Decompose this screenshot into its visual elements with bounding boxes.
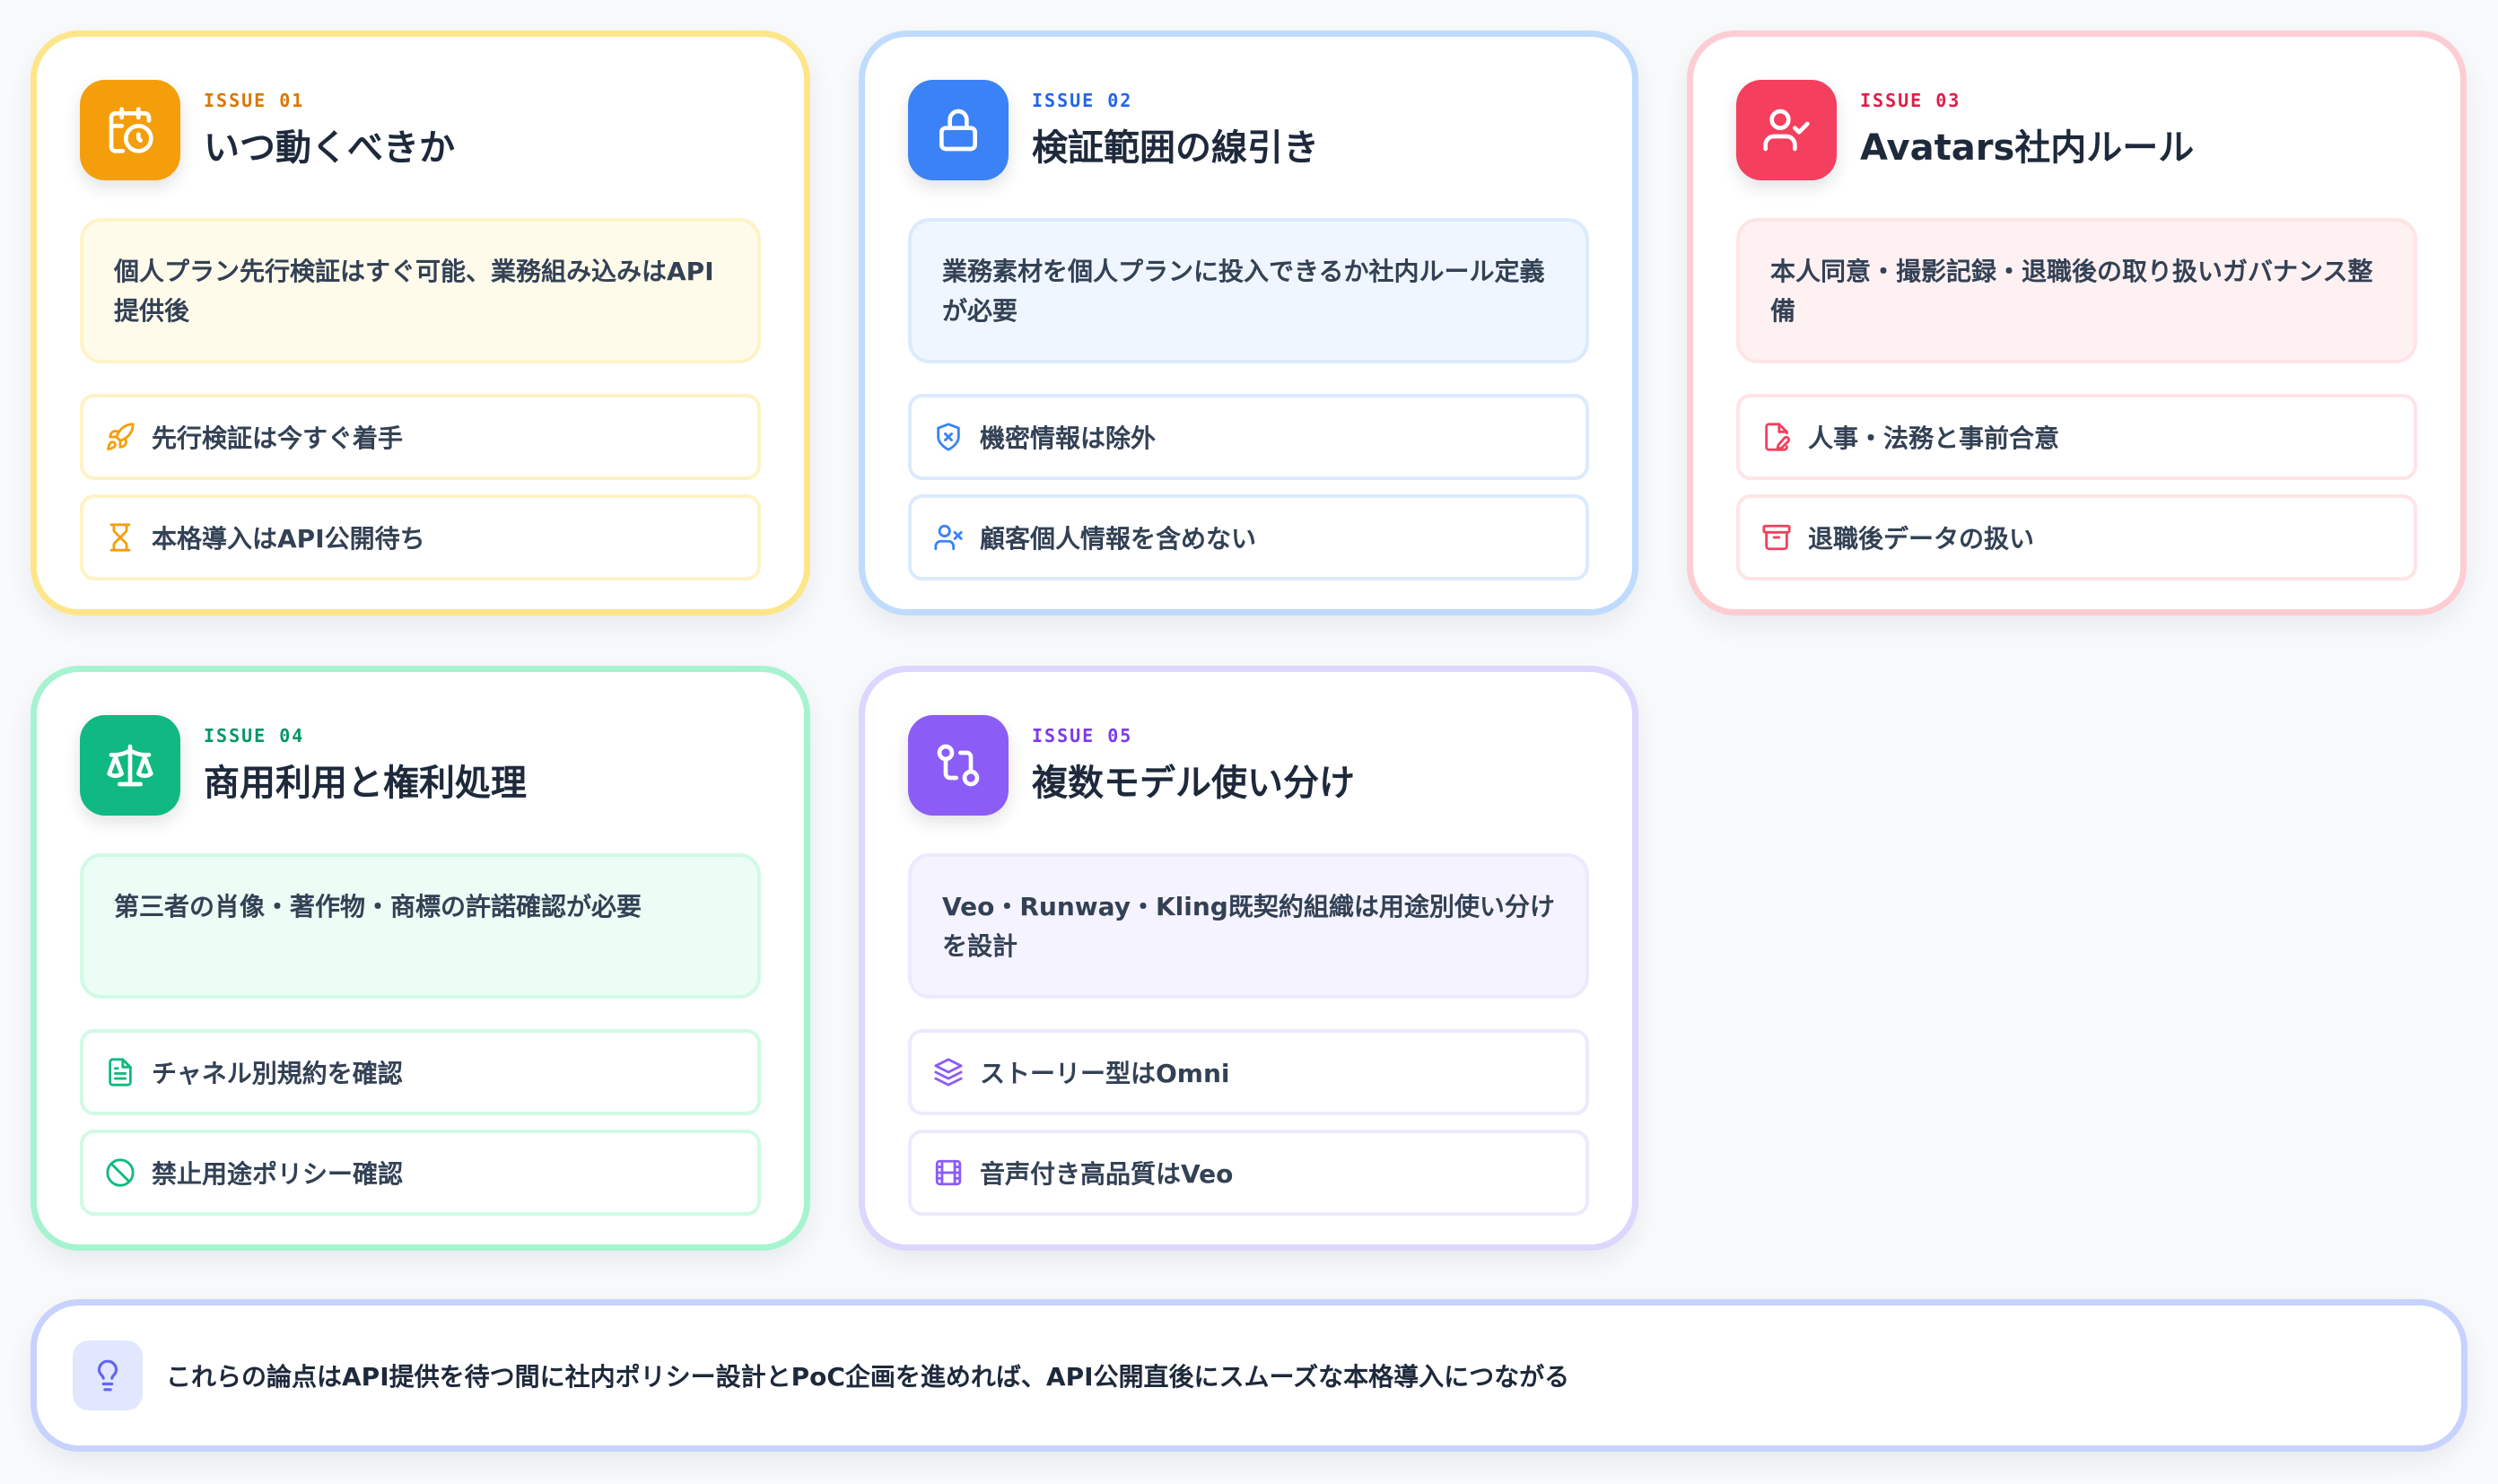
card-header: ISSUE 03 Avatars社内ルール: [1736, 80, 2417, 180]
issue-card-03: ISSUE 03 Avatars社内ルール 本人同意・撮影記録・退職後の取り扱い…: [1687, 31, 2467, 615]
list-item: ストーリー型はOmni: [908, 1029, 1589, 1115]
lock-icon: [908, 80, 1009, 180]
ban-icon: [106, 1158, 135, 1187]
user-x-icon: [934, 524, 963, 551]
point-label: 本格導入はAPI公開待ち: [152, 524, 425, 554]
file-signature-icon: [1765, 423, 1790, 451]
git-compare-icon: [908, 715, 1009, 816]
user-check-icon: [1736, 80, 1837, 180]
issue-card-01: ISSUE 01 いつ動くべきか 個人プラン先行検証はすぐ可能、業務組み込みはA…: [31, 31, 810, 615]
card-title: 商用利用と権利処理: [204, 763, 527, 804]
list-item: 先行検証は今すぐ着手: [80, 394, 761, 480]
film-icon: [935, 1159, 962, 1186]
hourglass-icon: [109, 523, 131, 552]
scale-icon: [80, 715, 180, 816]
point-label: 人事・法務と事前合意: [1808, 423, 2060, 453]
list-item: 退職後データの扱い: [1736, 494, 2417, 581]
card-summary: 第三者の肖像・著作物・商標の許諾確認が必要: [80, 853, 761, 999]
point-label: 禁止用途ポリシー確認: [152, 1159, 404, 1189]
card-summary: Veo・Runway・Kling既契約組織は用途別使い分けを設計: [908, 853, 1589, 999]
card-header: ISSUE 02 検証範囲の線引き: [908, 80, 1589, 180]
card-title: 検証範囲の線引き: [1032, 127, 1319, 169]
issue-tag: ISSUE 03: [1860, 90, 1961, 111]
issue-card-04: ISSUE 04 商用利用と権利処理 第三者の肖像・著作物・商標の許諾確認が必要…: [31, 666, 810, 1251]
issue-tag: ISSUE 02: [1032, 90, 1133, 111]
summary-footer: これらの論点はAPI提供を待つ間に社内ポリシー設計とPoC企画を進めれば、API…: [31, 1299, 2467, 1452]
list-item: 本格導入はAPI公開待ち: [80, 494, 761, 581]
point-label: チャネル別規約を確認: [152, 1059, 403, 1088]
card-header: ISSUE 01 いつ動くべきか: [80, 80, 761, 180]
point-label: 退職後データの扱い: [1808, 524, 2035, 554]
rocket-icon: [107, 423, 135, 450]
card-title: Avatars社内ルール: [1860, 127, 2195, 169]
issue-tag: ISSUE 04: [204, 725, 305, 746]
point-label: 顧客個人情報を含めない: [980, 524, 1257, 554]
issue-card-05: ISSUE 05 複数モデル使い分け Veo・Runway・Kling既契約組織…: [859, 666, 1638, 1251]
issue-tag: ISSUE 05: [1032, 725, 1133, 746]
list-item: 禁止用途ポリシー確認: [80, 1130, 761, 1216]
list-item: 機密情報は除外: [908, 394, 1589, 480]
list-item: 顧客個人情報を含めない: [908, 494, 1589, 581]
card-title: 複数モデル使い分け: [1032, 763, 1355, 804]
shield-x-icon: [937, 423, 960, 451]
issue-card-02: ISSUE 02 検証範囲の線引き 業務素材を個人プランに投入できるか社内ルール…: [859, 31, 1638, 615]
file-text-icon: [109, 1058, 132, 1087]
card-header: ISSUE 05 複数モデル使い分け: [908, 715, 1589, 816]
card-summary: 本人同意・撮影記録・退職後の取り扱いガバナンス整備: [1736, 218, 2417, 363]
lightbulb-icon: [73, 1340, 143, 1410]
point-label: 音声付き高品質はVeo: [980, 1159, 1234, 1189]
layers-icon: [934, 1058, 963, 1087]
card-header: ISSUE 04 商用利用と権利処理: [80, 715, 761, 816]
card-title: いつ動くべきか: [204, 127, 455, 169]
point-label: 機密情報は除外: [980, 423, 1157, 453]
list-item: チャネル別規約を確認: [80, 1029, 761, 1115]
footer-text: これらの論点はAPI提供を待つ間に社内ポリシー設計とPoC企画を進めれば、API…: [166, 1362, 1570, 1392]
point-label: 先行検証は今すぐ着手: [152, 423, 404, 453]
list-item: 人事・法務と事前合意: [1736, 394, 2417, 480]
archive-icon: [1762, 524, 1791, 551]
calendar-clock-icon: [80, 80, 180, 180]
list-item: 音声付き高品質はVeo: [908, 1130, 1589, 1216]
point-label: ストーリー型はOmni: [980, 1059, 1230, 1088]
issue-tag: ISSUE 01: [204, 90, 305, 111]
card-summary: 業務素材を個人プランに投入できるか社内ルール定義が必要: [908, 218, 1589, 363]
card-summary: 個人プラン先行検証はすぐ可能、業務組み込みはAPI提供後: [80, 218, 761, 363]
